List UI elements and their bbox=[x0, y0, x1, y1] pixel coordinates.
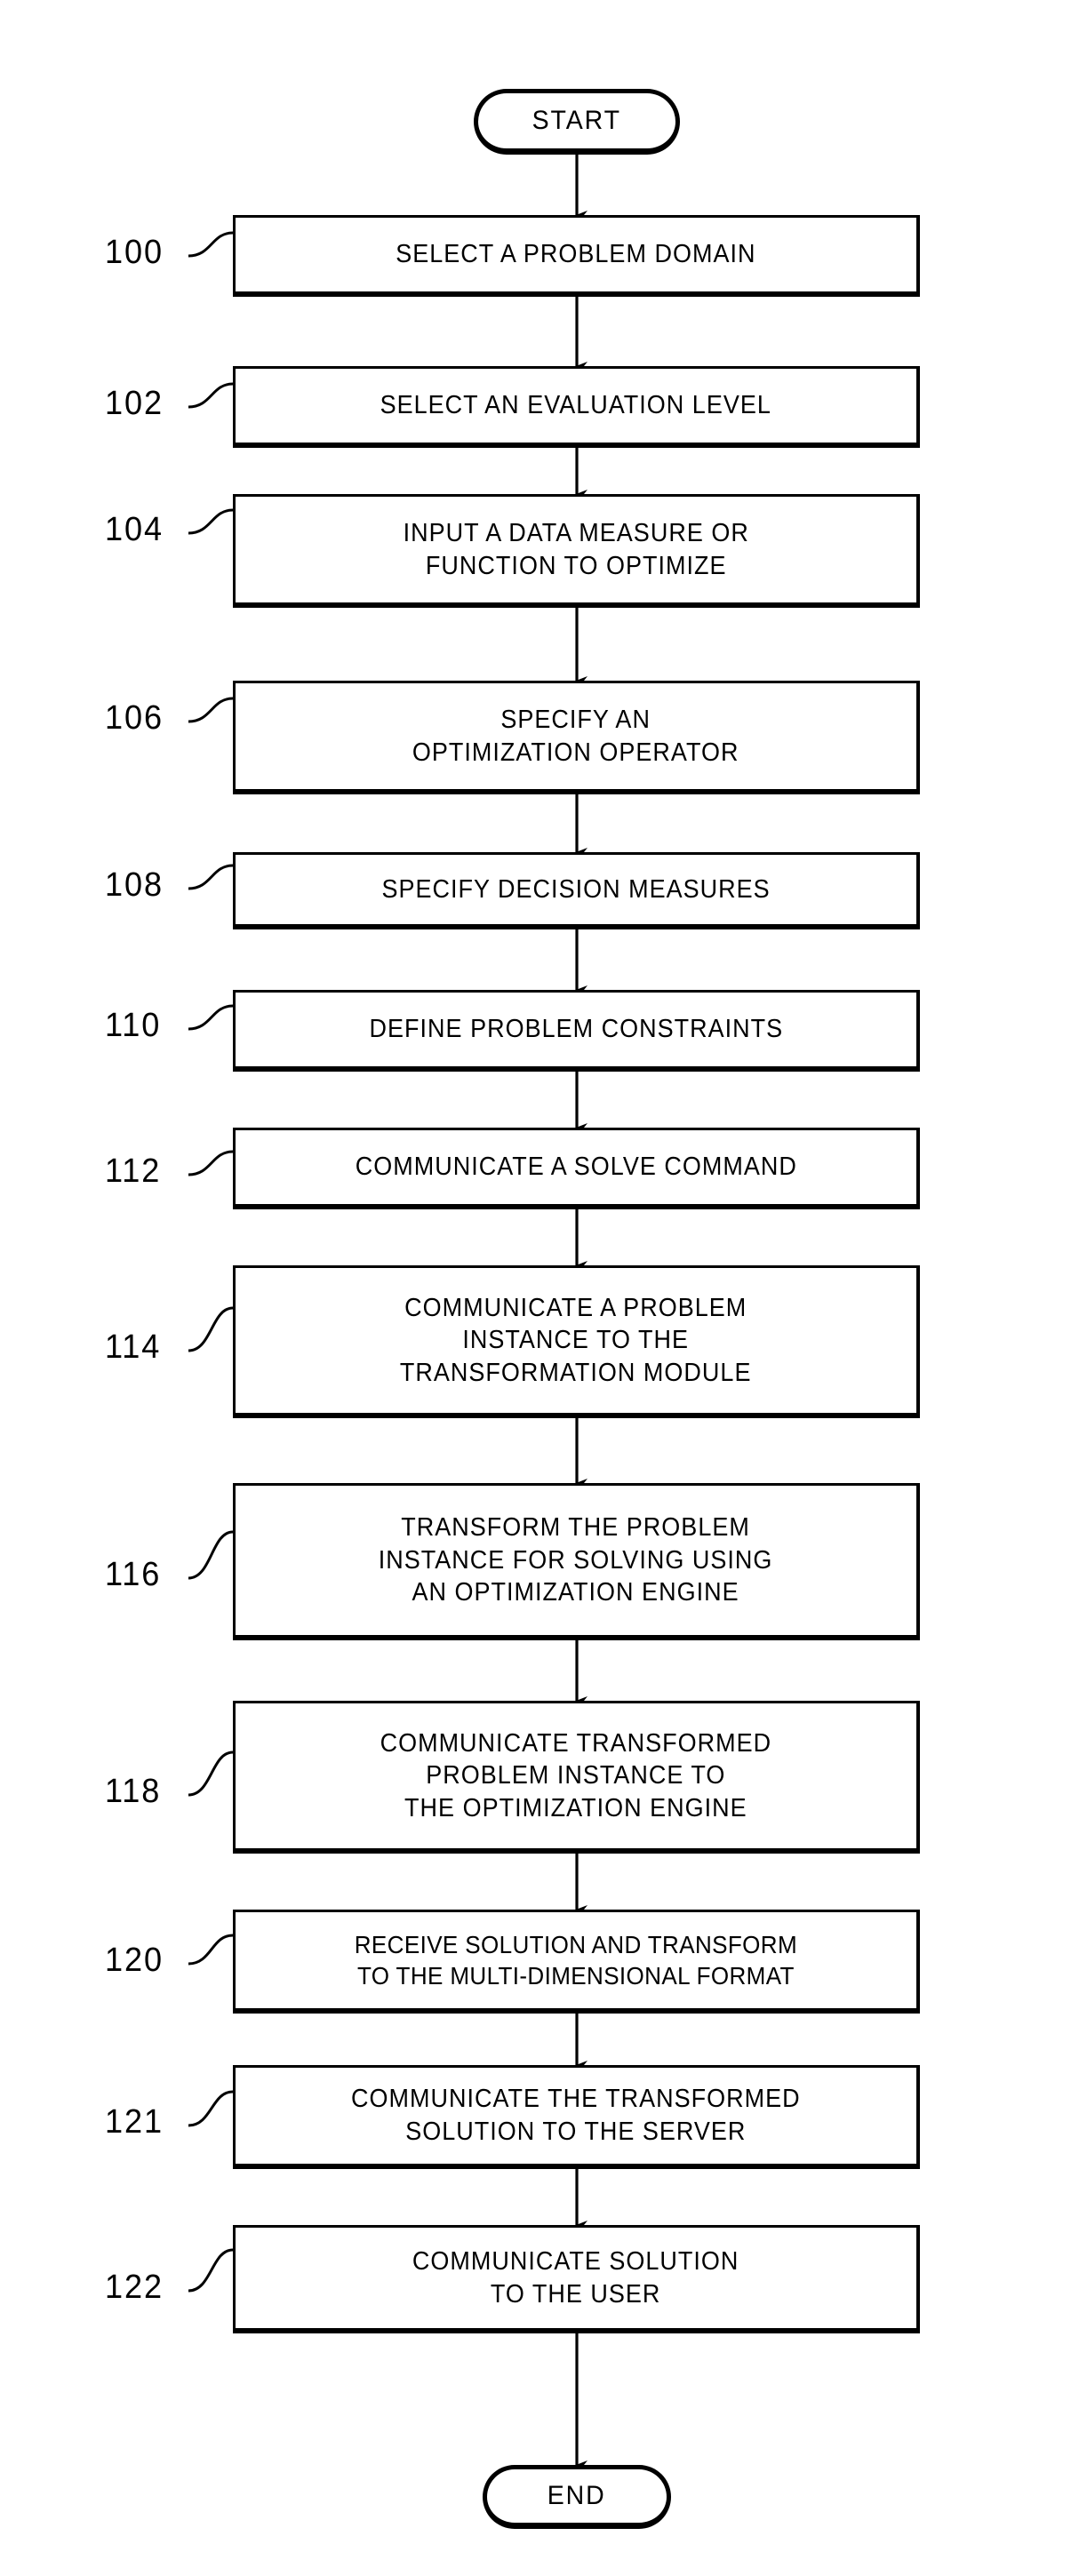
step-box-121: COMMUNICATE THE TRANSFORMED SOLUTION TO … bbox=[233, 2065, 920, 2169]
step-box-114: COMMUNICATE A PROBLEM INSTANCE TO THE TR… bbox=[233, 1265, 920, 1418]
reference-number-104: 104 bbox=[105, 511, 164, 548]
step-box-120: RECEIVE SOLUTION AND TRANSFORM TO THE MU… bbox=[233, 1910, 920, 2014]
step-box-106: SPECIFY AN OPTIMIZATION OPERATOR bbox=[233, 681, 920, 794]
step-box-102: SELECT AN EVALUATION LEVEL bbox=[233, 366, 920, 448]
step-label-116: TRANSFORM THE PROBLEM INSTANCE FOR SOLVI… bbox=[379, 1513, 773, 1607]
start-label: START bbox=[532, 106, 622, 135]
end-terminator: END bbox=[483, 2465, 671, 2529]
step-label-106: SPECIFY AN OPTIMIZATION OPERATOR bbox=[412, 705, 739, 767]
step-box-122: COMMUNICATE SOLUTION TO THE USER bbox=[233, 2225, 920, 2333]
step-label-118: COMMUNICATE TRANSFORMED PROBLEM INSTANCE… bbox=[380, 1728, 772, 1822]
reference-number-112: 112 bbox=[105, 1152, 162, 1190]
step-box-104: INPUT A DATA MEASURE OR FUNCTION TO OPTI… bbox=[233, 494, 920, 608]
step-label-100: SELECT A PROBLEM DOMAIN bbox=[396, 240, 756, 269]
reference-number-120: 120 bbox=[105, 1942, 164, 1979]
step-label-120: RECEIVE SOLUTION AND TRANSFORM TO THE MU… bbox=[354, 1930, 798, 1990]
start-terminator: START bbox=[474, 89, 680, 155]
step-box-116: TRANSFORM THE PROBLEM INSTANCE FOR SOLVI… bbox=[233, 1483, 920, 1640]
step-label-108: SPECIFY DECISION MEASURES bbox=[381, 874, 771, 904]
step-box-118: COMMUNICATE TRANSFORMED PROBLEM INSTANCE… bbox=[233, 1701, 920, 1854]
step-label-110: DEFINE PROBLEM CONSTRAINTS bbox=[369, 1015, 783, 1044]
step-label-104: INPUT A DATA MEASURE OR FUNCTION TO OPTI… bbox=[403, 518, 749, 580]
step-label-114: COMMUNICATE A PROBLEM INSTANCE TO THE TR… bbox=[400, 1293, 752, 1387]
reference-number-121: 121 bbox=[105, 2103, 164, 2141]
reference-number-114: 114 bbox=[105, 1328, 162, 1366]
reference-number-102: 102 bbox=[105, 385, 164, 422]
reference-number-122: 122 bbox=[105, 2269, 164, 2306]
step-box-112: COMMUNICATE A SOLVE COMMAND bbox=[233, 1128, 920, 1209]
step-box-100: SELECT A PROBLEM DOMAIN bbox=[233, 215, 920, 297]
reference-number-116: 116 bbox=[105, 1556, 162, 1593]
step-box-110: DEFINE PROBLEM CONSTRAINTS bbox=[233, 990, 920, 1072]
flowchart-canvas: START 100 SELECT A PROBLEM DOMAIN 102 SE… bbox=[0, 0, 1079, 2576]
step-box-108: SPECIFY DECISION MEASURES bbox=[233, 852, 920, 929]
step-label-122: COMMUNICATE SOLUTION TO THE USER bbox=[412, 2246, 739, 2309]
reference-number-106: 106 bbox=[105, 699, 164, 737]
reference-number-108: 108 bbox=[105, 866, 164, 904]
end-label: END bbox=[547, 2481, 606, 2510]
reference-number-100: 100 bbox=[105, 234, 164, 271]
step-label-112: COMMUNICATE A SOLVE COMMAND bbox=[355, 1152, 797, 1182]
reference-number-118: 118 bbox=[105, 1773, 162, 1810]
step-label-121: COMMUNICATE THE TRANSFORMED SOLUTION TO … bbox=[351, 2085, 801, 2146]
step-label-102: SELECT AN EVALUATION LEVEL bbox=[380, 391, 772, 420]
reference-leader-lines bbox=[188, 231, 234, 2293]
reference-number-110: 110 bbox=[105, 1007, 162, 1044]
